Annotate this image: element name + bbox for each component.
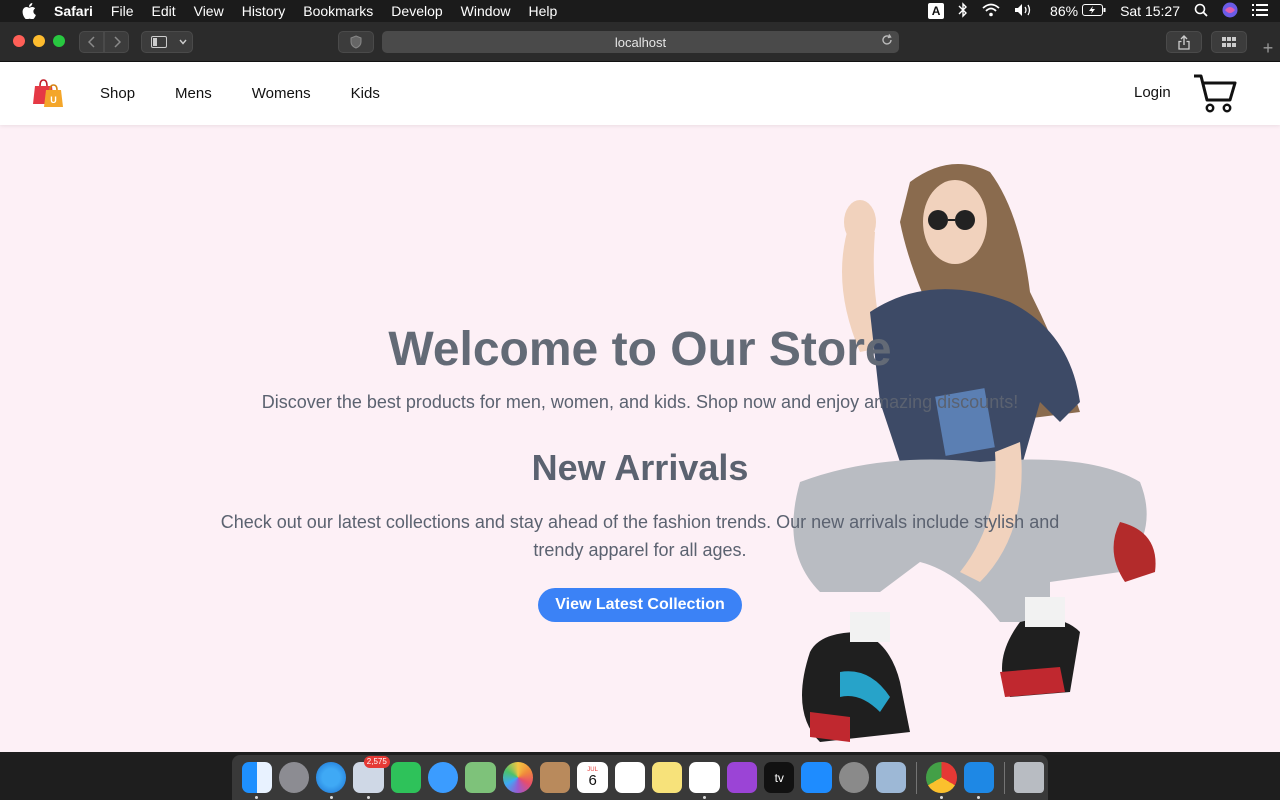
browser-toolbar: localhost [0,22,1280,62]
menu-edit[interactable]: Edit [151,3,175,19]
reminders-icon[interactable] [614,762,646,793]
messages-icon[interactable] [428,762,459,793]
minimize-window-button[interactable] [33,35,45,47]
menu-develop[interactable]: Develop [391,3,442,19]
menu-help[interactable]: Help [528,3,557,19]
chevron-left-icon [87,36,95,48]
facetime-icon[interactable] [390,762,422,793]
launchpad-icon[interactable] [278,762,310,793]
menu-app-name[interactable]: Safari [54,3,93,19]
share-button[interactable] [1166,31,1202,53]
running-indicator [255,796,259,799]
new-tab-icon[interactable]: + [1256,36,1280,60]
mail-badge: 2,575 [363,756,390,768]
siri-icon[interactable] [1222,2,1238,21]
close-window-button[interactable] [13,35,25,47]
mail-icon[interactable]: 2,575 [353,756,390,799]
spotlight-icon[interactable] [1194,3,1208,20]
calendar-icon[interactable]: JUL 6 [577,762,608,793]
menu-window[interactable]: Window [461,3,511,19]
hero-section: Welcome to Our Store Discover the best p… [0,62,1280,752]
grid-icon [1222,37,1236,47]
control-center-icon[interactable] [1252,3,1268,19]
hero-title: Welcome to Our Store [388,323,892,376]
vscode-icon[interactable] [963,762,995,799]
menu-bookmarks[interactable]: Bookmarks [303,3,373,19]
notes-icon[interactable] [652,762,683,793]
calendar-day: 6 [588,772,597,789]
system-preferences-icon[interactable] [838,762,870,793]
reload-icon[interactable] [881,34,893,49]
running-indicator [940,796,944,799]
apple-tv-icon[interactable]: tv [764,762,795,793]
wifi-icon[interactable] [982,3,1000,20]
input-source-icon[interactable]: A [928,3,945,19]
shield-icon [350,35,362,49]
back-button[interactable] [79,31,104,53]
menu-view[interactable]: View [194,3,224,19]
menu-file[interactable]: File [111,3,134,19]
macos-dock: 2,575 JUL 6 tv [232,755,1048,800]
new-arrivals-title: New Arrivals [531,447,749,488]
new-arrivals-description: Check out our latest collections and sta… [220,512,1060,560]
running-indicator [703,796,707,799]
music-icon[interactable] [689,762,720,799]
sidebar-toggle-button[interactable] [141,31,193,53]
menu-history[interactable]: History [242,3,286,19]
chevron-down-icon [179,39,187,45]
safari-icon[interactable] [316,762,347,799]
preview-icon[interactable] [876,762,907,793]
podcasts-icon[interactable] [726,762,758,793]
dock-separator [1003,761,1005,794]
macos-menubar: Safari File Edit View History Bookmarks … [0,0,1280,22]
tab-overview-button[interactable] [1211,31,1247,53]
url-text: localhost [614,34,667,50]
status-area: A 86% Sat 15:27 [928,0,1268,22]
maximize-window-button[interactable] [53,35,65,47]
trash-icon[interactable] [1014,762,1045,793]
app-store-icon[interactable] [801,762,832,793]
chevron-right-icon [113,36,121,48]
share-icon [1178,34,1190,50]
hero-subtitle: Discover the best products for men, wome… [261,392,1019,412]
apple-menu-icon[interactable] [20,2,38,20]
volume-icon[interactable] [1014,3,1036,20]
running-indicator [367,796,371,799]
running-indicator [977,796,981,799]
bluetooth-icon[interactable] [958,1,968,21]
forward-button[interactable] [104,31,129,53]
web-page: U Shop Mens Womens Kids Login Welcome to… [0,62,1280,752]
photos-icon[interactable] [502,762,534,793]
sidebar-icon [151,36,167,48]
chrome-icon[interactable] [926,762,957,799]
privacy-report-button[interactable] [338,31,374,53]
clock[interactable]: Sat 15:27 [1120,3,1180,19]
contacts-icon[interactable] [540,762,571,793]
dock-separator [915,761,917,794]
battery-status[interactable]: 86% [1050,3,1106,19]
view-collection-button[interactable]: View Latest Collection [538,588,742,622]
battery-icon [1082,3,1106,19]
battery-percent: 86% [1050,3,1079,19]
address-bar[interactable]: localhost [382,31,899,53]
maps-icon[interactable] [465,762,496,793]
finder-icon[interactable] [241,762,272,799]
history-nav [79,31,129,53]
running-indicator [329,796,333,799]
